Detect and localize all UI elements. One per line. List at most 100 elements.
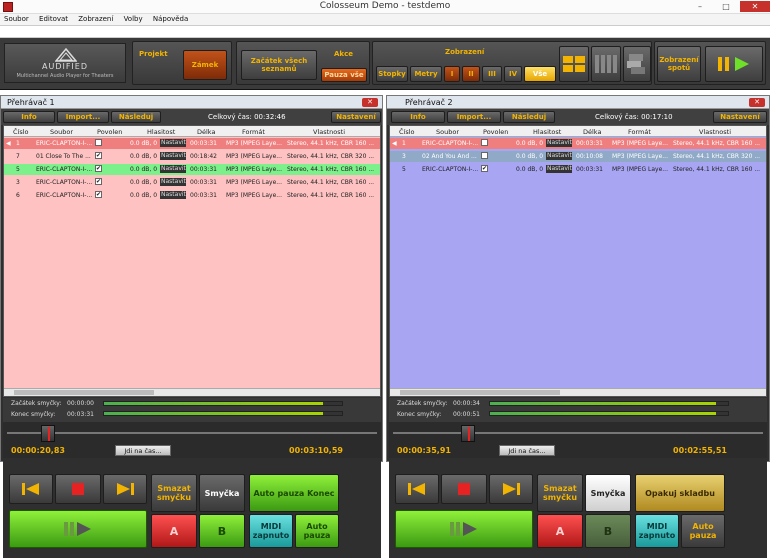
cell-check[interactable]: ✔	[95, 165, 102, 172]
p2-smycka-button[interactable]: Smyčka	[585, 474, 631, 512]
player-1-nastaveni-button[interactable]: Nastavení	[331, 111, 381, 123]
view-ii-button[interactable]: II	[462, 66, 480, 82]
cell-nast[interactable]: Nastavit	[546, 165, 572, 173]
layout-columns-button[interactable]	[591, 46, 621, 82]
zamek-button[interactable]: Zámek	[183, 50, 227, 80]
col-hlasitost[interactable]: Hlasitost	[147, 128, 175, 136]
cell-nast[interactable]: Nastavit	[546, 139, 572, 147]
metry-button[interactable]: Metry	[410, 66, 442, 82]
col-vlastnosti[interactable]: Vlastnosti	[699, 128, 731, 136]
layout-grid-button[interactable]	[559, 46, 589, 82]
minimize-button[interactable]: –	[688, 1, 712, 12]
p1-prev-button[interactable]	[9, 474, 53, 504]
col-cislo[interactable]: Číslo	[13, 128, 29, 136]
view-iii-button[interactable]: III	[482, 66, 502, 82]
cell-check[interactable]: ✔	[481, 152, 488, 159]
view-iv-button[interactable]: IV	[504, 66, 522, 82]
pause-play-all-button[interactable]	[705, 46, 763, 82]
table-row[interactable]: 5 ERIC-CLAPTON-I-... ✔ 0.0 dB, 0 Nastavit 00:…	[4, 164, 380, 175]
table-row[interactable]: 1 ERIC-CLAPTON-I-... ✔ 0.0 dB, 0 Nastavit 00:…	[4, 138, 380, 149]
player-2-hscroll-thumb[interactable]	[400, 390, 560, 395]
player-1-seek-bar[interactable]	[3, 422, 381, 444]
player-2-seek-bar[interactable]	[389, 422, 767, 444]
p1-jdi-na-cas-button[interactable]: Jdi na čas...	[115, 445, 171, 456]
p2-opakuj-skladbu-button[interactable]: Opakuj skladbu	[635, 474, 725, 512]
p2-b-button[interactable]: B	[585, 514, 631, 548]
zacatek-button[interactable]: Začátek všech seznamů	[241, 50, 317, 80]
col-soubor[interactable]: Soubor	[50, 128, 73, 136]
player-2-nasleduj-button[interactable]: Následuj	[503, 111, 555, 123]
maximize-button[interactable]: □	[714, 1, 738, 12]
menu-editovat[interactable]: Editovat	[35, 14, 72, 24]
player-2-seek-knob[interactable]	[461, 425, 475, 442]
table-row[interactable]: 3 02 And You And ... ✔ 0.0 dB, 0 Nastavit 00:…	[390, 151, 766, 162]
player-1-seek-knob[interactable]	[41, 425, 55, 442]
cell-check[interactable]: ✔	[95, 152, 102, 159]
p2-a-button[interactable]: A	[537, 514, 583, 548]
col-cislo[interactable]: Číslo	[399, 128, 415, 136]
p2-stop-button[interactable]	[441, 474, 487, 504]
p2-play-pause-button[interactable]	[395, 510, 533, 548]
zobrazeni-spotu-button[interactable]: Zobrazení spotů	[657, 46, 701, 82]
col-delka[interactable]: Délka	[197, 128, 215, 136]
player-1-nasleduj-button[interactable]: Následuj	[111, 111, 161, 123]
player-2-nastaveni-button[interactable]: Nastavení	[713, 111, 767, 123]
cell-nast[interactable]: Nastavit	[160, 139, 186, 147]
cell-check[interactable]: ✔	[95, 139, 102, 146]
cell-check[interactable]: ✔	[481, 139, 488, 146]
p1-auto-pauza-konec-button[interactable]: Auto pauza Konec	[249, 474, 339, 512]
table-row[interactable]: 3 ERIC-CLAPTON-I-... ✔ 0.0 dB, 0 Nastavit 00:…	[4, 177, 380, 188]
player-1-close-icon[interactable]: ✕	[362, 98, 378, 107]
cell-nast[interactable]: Nastavit	[160, 178, 186, 186]
view-all-button[interactable]: Vše	[524, 66, 556, 82]
col-format[interactable]: Formát	[242, 128, 265, 136]
cell-nast[interactable]: Nastavit	[160, 191, 186, 199]
close-window-button[interactable]: ✕	[740, 1, 770, 12]
player-2-info-button[interactable]: Info	[391, 111, 445, 123]
col-delka[interactable]: Délka	[583, 128, 601, 136]
layout-stack-button[interactable]	[623, 46, 651, 82]
menu-napoveda[interactable]: Nápověda	[149, 14, 192, 24]
p2-prev-button[interactable]	[395, 474, 439, 504]
col-povolen[interactable]: Povolen	[483, 128, 508, 136]
table-row[interactable]: 6 ERIC-CLAPTON-I-... ✔ 0.0 dB, 0 Nastavit 00:…	[4, 190, 380, 201]
menu-zobrazeni[interactable]: Zobrazení	[74, 14, 117, 24]
p1-smycka-button[interactable]: Smyčka	[199, 474, 245, 512]
cell-check[interactable]: ✔	[481, 165, 488, 172]
p2-midi-button[interactable]: MIDI zapnuto	[635, 514, 679, 548]
p2-auto-pauza-button[interactable]: Auto pauza	[681, 514, 725, 548]
col-vlastnosti[interactable]: Vlastnosti	[313, 128, 345, 136]
p1-next-button[interactable]	[103, 474, 147, 504]
p1-a-button[interactable]: A	[151, 514, 197, 548]
cell-check[interactable]: ✔	[95, 191, 102, 198]
player-1-info-button[interactable]: Info	[3, 111, 55, 123]
menu-volby[interactable]: Volby	[120, 14, 147, 24]
player-2-import-button[interactable]: Import...	[447, 111, 501, 123]
p1-smazat-smycku-button[interactable]: Smazat smyčku	[151, 474, 197, 512]
view-i-button[interactable]: I	[444, 66, 460, 82]
p1-midi-button[interactable]: MIDI zapnuto	[249, 514, 293, 548]
p1-stop-button[interactable]	[55, 474, 101, 504]
col-hlasitost[interactable]: Hlasitost	[533, 128, 561, 136]
menu-soubor[interactable]: Soubor	[0, 14, 33, 24]
player-2-close-icon[interactable]: ✕	[749, 98, 765, 107]
cell-nast[interactable]: Nastavit	[160, 165, 186, 173]
p1-b-button[interactable]: B	[199, 514, 245, 548]
col-povolen[interactable]: Povolen	[97, 128, 122, 136]
col-format[interactable]: Formát	[628, 128, 651, 136]
cell-nast[interactable]: Nastavit	[160, 152, 186, 160]
table-row[interactable]: 5 ERIC-CLAPTON-I-... ✔ 0.0 dB, 0 Nastavit 00:…	[390, 164, 766, 175]
player-1-hscroll-thumb[interactable]	[14, 390, 154, 395]
p2-jdi-na-cas-button[interactable]: Jdi na čas...	[499, 445, 555, 456]
stopky-button[interactable]: Stopky	[376, 66, 408, 82]
col-soubor[interactable]: Soubor	[436, 128, 459, 136]
p2-smazat-smycku-button[interactable]: Smazat smyčku	[537, 474, 583, 512]
cell-check[interactable]: ✔	[95, 178, 102, 185]
table-row[interactable]: 1 ERIC-CLAPTON-I-... ✔ 0.0 dB, 0 Nastavit 00:…	[390, 138, 766, 149]
pauza-vse-button[interactable]: Pauza vše	[321, 68, 367, 82]
player-2-hscrollbar[interactable]	[390, 388, 766, 396]
p1-auto-pauza-button[interactable]: Auto pauza	[295, 514, 339, 548]
table-row[interactable]: 7 01 Close To The ... ✔ 0.0 dB, 0 Nastavit 00…	[4, 151, 380, 162]
player-1-hscrollbar[interactable]	[4, 388, 380, 396]
player-1-import-button[interactable]: Import...	[57, 111, 109, 123]
